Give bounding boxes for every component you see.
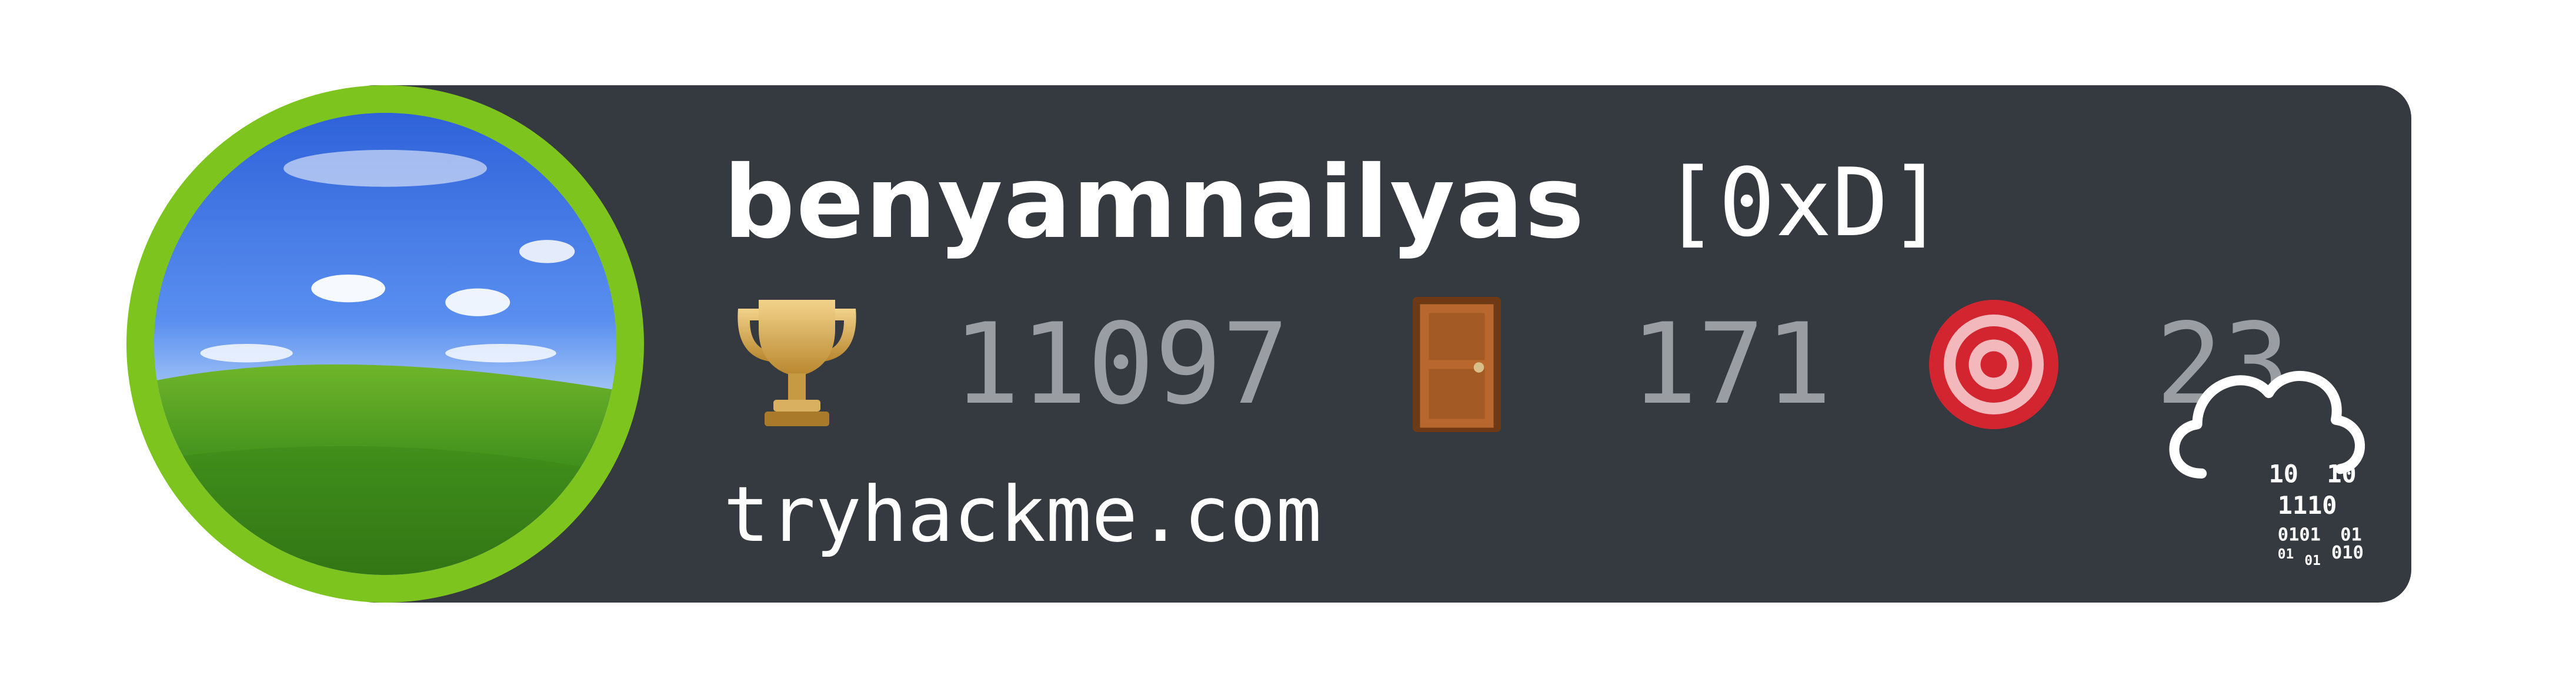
stats-row: 11097 171 23 xyxy=(723,291,2290,438)
avatar xyxy=(154,113,616,575)
target-icon xyxy=(1920,291,2067,438)
logo-binary-1: 10 xyxy=(2269,460,2298,489)
logo-binary-4: 0101 xyxy=(2278,524,2321,545)
rank-label: [0xD] xyxy=(1661,148,1946,257)
cloud-binary-logo-icon: 10 10 1110 0101 01 01 01 010 xyxy=(2153,344,2376,567)
logo-binary-8: 010 xyxy=(2331,543,2364,563)
logo-binary-6: 01 xyxy=(2278,547,2294,562)
logo-binary-7: 01 xyxy=(2304,553,2320,567)
avatar-landscape-image xyxy=(154,113,616,575)
points-value: 11097 xyxy=(953,299,1289,429)
site-link[interactable]: tryhackme.com xyxy=(723,476,1322,553)
username[interactable]: benyamnailyas xyxy=(723,153,1586,253)
logo-binary-2: 10 xyxy=(2327,460,2356,489)
door-icon xyxy=(1383,291,1530,438)
trophy-icon xyxy=(723,291,870,438)
username-row: benyamnailyas [0xD] xyxy=(723,144,1945,262)
logo-binary-3: 1110 xyxy=(2278,491,2337,520)
rooms-value: 171 xyxy=(1630,299,1833,429)
